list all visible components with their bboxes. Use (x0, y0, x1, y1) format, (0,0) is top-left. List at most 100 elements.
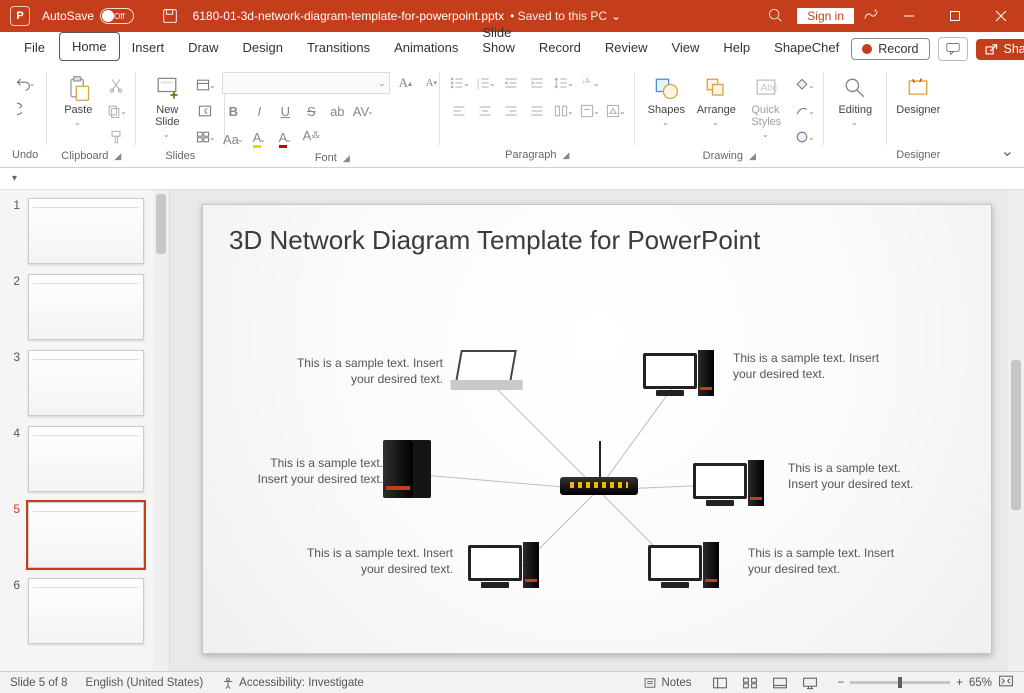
node-laptop[interactable] (458, 350, 514, 382)
format-painter-button[interactable] (105, 126, 127, 148)
share-button[interactable]: Share ⌄ (976, 39, 1024, 60)
thumbnail-2[interactable]: 2 (0, 266, 169, 342)
caption-5[interactable]: This is a sample text. Insert your desir… (788, 460, 918, 492)
character-spacing-button[interactable]: AV⌄ (352, 100, 374, 122)
chevron-down-icon[interactable]: ⌄ (611, 9, 621, 23)
tab-transitions[interactable]: Transitions (295, 34, 382, 61)
minimize-button[interactable] (886, 0, 932, 32)
shapes-button[interactable]: Shapes⌄ (643, 72, 689, 129)
text-direction-button[interactable]: ↓A⌄ (578, 72, 600, 94)
dialog-launcher-icon[interactable]: ◢ (749, 151, 756, 162)
increase-font-button[interactable]: A▴ (394, 72, 416, 94)
node-router[interactable] (560, 477, 638, 495)
dialog-launcher-icon[interactable]: ◢ (114, 151, 121, 162)
columns-button[interactable]: ⌄ (552, 100, 574, 122)
autosave-toggle[interactable]: AutoSave Off (42, 8, 151, 24)
tab-insert[interactable]: Insert (120, 34, 177, 61)
sign-in-button[interactable]: Sign in (797, 8, 854, 24)
thumbnail-1[interactable]: 1 (0, 190, 169, 266)
increase-indent-button[interactable] (526, 72, 548, 94)
font-selector[interactable]: ⌄ (222, 72, 390, 94)
caption-3[interactable]: This is a sample text. Insert your desir… (303, 545, 453, 577)
font-color-button[interactable]: A⌄ (274, 128, 296, 150)
line-spacing-button[interactable]: ⌄ (552, 72, 574, 94)
cut-button[interactable] (105, 74, 127, 96)
tab-animations[interactable]: Animations (382, 34, 470, 61)
node-pc-tr[interactable] (643, 353, 697, 389)
accessibility-indicator[interactable]: Accessibility: Investigate (221, 676, 364, 690)
sorter-view-button[interactable] (740, 675, 760, 691)
thumbnail-6[interactable]: 6 (0, 570, 169, 646)
new-slide-button[interactable]: New Slide⌄ (144, 72, 190, 141)
collapse-ribbon-button[interactable]: ⌄ (1001, 141, 1014, 161)
shadow-button[interactable]: ab (326, 100, 348, 122)
section-button[interactable]: ⌄ (194, 126, 216, 148)
align-left-button[interactable] (448, 100, 470, 122)
thumbnail-5[interactable]: 5 (0, 494, 169, 570)
maximize-button[interactable] (932, 0, 978, 32)
caption-4[interactable]: This is a sample text. Insert your desir… (733, 350, 883, 382)
node-pc-br[interactable] (648, 545, 702, 581)
tab-draw[interactable]: Draw (176, 34, 230, 61)
shape-outline-button[interactable]: ⌄ (793, 100, 815, 122)
bullets-button[interactable]: ⌄ (448, 72, 470, 94)
language-indicator[interactable]: English (United States) (86, 677, 204, 689)
node-pc-left[interactable] (468, 545, 522, 581)
justify-button[interactable] (526, 100, 548, 122)
decrease-indent-button[interactable] (500, 72, 522, 94)
tab-file[interactable]: File (12, 34, 57, 61)
close-button[interactable] (978, 0, 1024, 32)
slide-canvas[interactable]: 3D Network Diagram Template for PowerPoi… (202, 204, 992, 654)
comments-button[interactable] (938, 37, 968, 61)
notes-button[interactable]: Notes (643, 676, 691, 690)
clear-formatting-button[interactable]: A࿏ (300, 128, 322, 150)
change-case-button[interactable]: Aa⌄ (222, 128, 244, 150)
coming-soon-icon[interactable] (862, 6, 880, 27)
tab-slideshow[interactable]: Slide Show (470, 19, 527, 61)
qat-overflow[interactable]: ▾ (0, 168, 1024, 190)
save-location[interactable]: • Saved to this PC (510, 9, 607, 23)
tab-shapechef[interactable]: ShapeChef (762, 34, 851, 61)
zoom-level[interactable]: 65% (969, 677, 992, 689)
slide-indicator[interactable]: Slide 5 of 8 (10, 677, 68, 689)
thumbnails-scrollbar[interactable] (153, 190, 169, 671)
save-button[interactable] (161, 7, 179, 25)
layout-button[interactable]: ⌄ (194, 74, 216, 96)
dialog-launcher-icon[interactable]: ◢ (563, 150, 570, 161)
tab-home[interactable]: Home (59, 32, 120, 61)
caption-2[interactable]: This is a sample text. Insert your desir… (253, 455, 383, 487)
caption-6[interactable]: This is a sample text. Insert your desir… (748, 545, 898, 577)
align-text-button[interactable]: ⌄ (578, 100, 600, 122)
editor-scrollbar[interactable] (1008, 190, 1024, 671)
dialog-launcher-icon[interactable]: ◢ (343, 153, 350, 164)
highlight-button[interactable]: A⌄ (248, 128, 270, 150)
zoom-out-button[interactable]: − (838, 677, 845, 689)
undo-button[interactable]: ⌄ (14, 72, 36, 94)
slideshow-view-button[interactable] (800, 675, 820, 691)
arrange-button[interactable]: Arrange⌄ (693, 72, 739, 129)
record-button[interactable]: Record (851, 38, 929, 60)
underline-button[interactable]: U (274, 100, 296, 122)
paste-button[interactable]: Paste⌄ (55, 72, 101, 129)
tab-help[interactable]: Help (711, 34, 762, 61)
align-center-button[interactable] (474, 100, 496, 122)
normal-view-button[interactable] (710, 675, 730, 691)
strike-button[interactable]: S (300, 100, 322, 122)
zoom-in-button[interactable]: + (956, 677, 963, 689)
bold-button[interactable]: B (222, 100, 244, 122)
align-right-button[interactable] (500, 100, 522, 122)
quick-styles-button[interactable]: Abc Quick Styles⌄ (743, 72, 789, 141)
node-pc-r[interactable] (693, 463, 747, 499)
tab-review[interactable]: Review (593, 34, 660, 61)
node-servers[interactable] (383, 440, 413, 498)
zoom-slider[interactable] (850, 681, 950, 684)
reading-view-button[interactable] (770, 675, 790, 691)
editing-button[interactable]: Editing⌄ (832, 72, 878, 129)
tab-record[interactable]: Record (527, 34, 593, 61)
thumbnail-4[interactable]: 4 (0, 418, 169, 494)
designer-button[interactable]: Designer (895, 72, 941, 118)
reset-button[interactable] (194, 100, 216, 122)
italic-button[interactable]: I (248, 100, 270, 122)
smartart-button[interactable]: ⌄ (604, 100, 626, 122)
search-button[interactable] (767, 7, 783, 26)
